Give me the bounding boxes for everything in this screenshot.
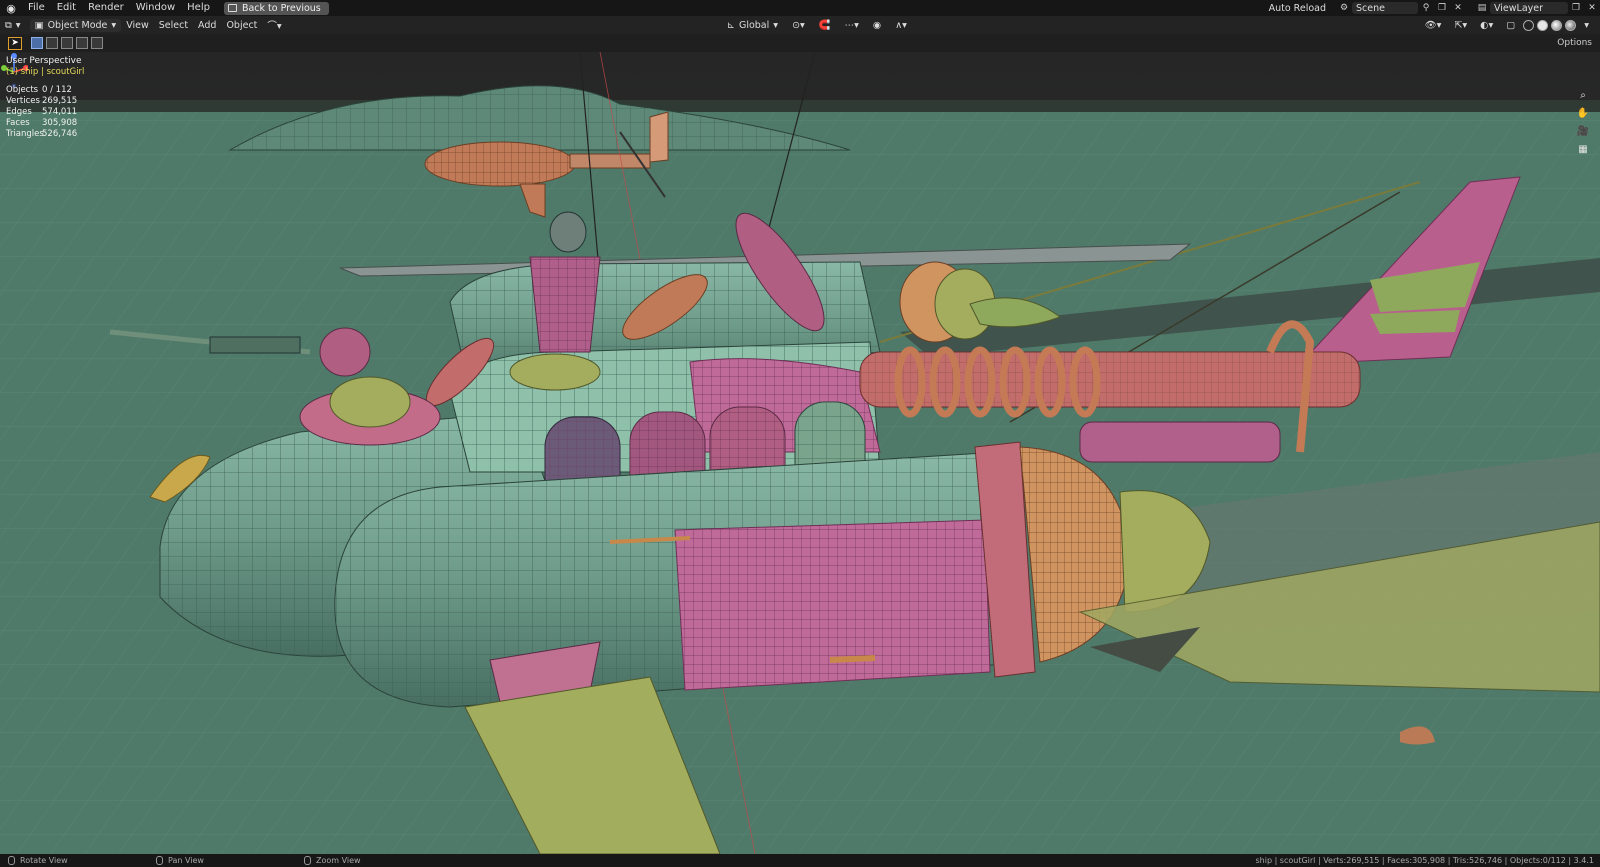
viewport-info-overlay: User Perspective (1) ship | scoutGirl Ob… [6, 56, 102, 140]
select-mode-extend-icon[interactable] [46, 37, 58, 49]
cube-icon: ⧉ [5, 19, 12, 31]
zoom-icon[interactable]: ⌕ [1576, 88, 1590, 102]
pan-view-label: Pan View [168, 856, 204, 865]
orientation-dropdown[interactable]: ⊾ Global ▾ [722, 19, 783, 32]
mouse-icon [156, 856, 163, 865]
camera-icon[interactable]: 🎥 [1576, 124, 1590, 138]
3d-viewport[interactable]: ⌕ ✋ 🎥 ▦ [0, 52, 1600, 854]
stat-value: 574,011 [42, 107, 78, 117]
visibility-icon[interactable]: 👁▾ [1420, 19, 1447, 32]
select-mode-invert-icon[interactable] [76, 37, 88, 49]
mouse-icon [304, 856, 311, 865]
wireframe-shading-icon[interactable] [1523, 19, 1535, 31]
close-scene-icon[interactable]: ✕ [1452, 2, 1464, 14]
tool-settings-row: ➤ [0, 34, 1600, 52]
menu-add[interactable]: Add [193, 19, 221, 32]
menu-select[interactable]: Select [154, 19, 193, 32]
menu-view[interactable]: View [121, 19, 154, 32]
auto-reload-label[interactable]: Auto Reload [1269, 3, 1326, 14]
rotate-view-label: Rotate View [20, 856, 68, 865]
mode-dropdown[interactable]: ▣ Object Mode ▾ [29, 18, 122, 32]
scene-name: Scene [1356, 2, 1385, 14]
solid-shading-icon[interactable] [1537, 19, 1549, 31]
stat-label: Vertices [6, 96, 40, 106]
xray-icon[interactable]: ▢ [1501, 19, 1520, 32]
hint-pan: Pan View [156, 856, 296, 865]
select-mode-new-icon[interactable] [31, 37, 43, 49]
view-layer-icon[interactable]: ▤ [1476, 2, 1488, 14]
select-box-tool-icon[interactable]: ➤ [8, 36, 22, 50]
scene-icon[interactable]: ⚙ [1338, 2, 1350, 14]
material-shading-icon[interactable] [1551, 19, 1563, 31]
active-object-label: (1) ship | scoutGirl [6, 67, 85, 77]
gesture-icon[interactable]: ⌒▾ [262, 19, 286, 32]
options-dropdown[interactable]: Options [1557, 38, 1592, 48]
menu-help[interactable]: Help [181, 0, 216, 16]
status-bar: Rotate View Pan View Zoom View ship | sc… [0, 854, 1600, 867]
mouse-icon [8, 856, 15, 865]
scene-statistics: Objects 0 / 112 Vertices 269,515 Edges 5… [6, 85, 102, 140]
scene-field[interactable]: Scene [1352, 2, 1418, 14]
shading-options-icon[interactable]: ▾ [1579, 19, 1594, 32]
orientation-label: Global [738, 19, 770, 31]
back-to-previous-button[interactable]: Back to Previous [223, 1, 329, 15]
snap-icon[interactable]: 🧲 [814, 19, 836, 32]
top-menu-bar: ◉ File Edit Render Window Help Back to P… [0, 0, 1600, 16]
chevron-down-icon: ▾ [773, 19, 779, 31]
falloff-icon[interactable]: ∧▾ [890, 19, 912, 32]
perspective-label: User Perspective [6, 56, 82, 66]
close-layer-icon[interactable]: ✕ [1586, 2, 1598, 14]
window-icon [227, 4, 237, 12]
viewport-header: ⧉ ▾ ▣ Object Mode ▾ View Select Add Objec… [0, 16, 1600, 34]
overlays-icon[interactable]: ◐▾ [1475, 19, 1498, 32]
gizmo-icon[interactable]: ⇱▾ [1449, 19, 1472, 32]
rendered-shading-icon[interactable] [1565, 19, 1577, 31]
stat-label: Triangles [6, 129, 44, 139]
view-layer-field[interactable]: ViewLayer [1490, 2, 1568, 14]
editor-type-button[interactable]: ⧉ ▾ [0, 19, 26, 32]
menu-object[interactable]: Object [221, 19, 262, 32]
select-mode-subtract-icon[interactable] [61, 37, 73, 49]
hint-zoom: Zoom View [304, 856, 444, 865]
proportional-edit-icon[interactable]: ◉ [868, 19, 886, 32]
viewport-display-tools: 👁▾ ⇱▾ ◐▾ ▢ ▾ [1420, 16, 1594, 34]
stat-label: Faces [6, 118, 30, 128]
transform-tools: ⊾ Global ▾ ⊙▾ 🧲 ⋯▾ ◉ ∧▾ [722, 16, 912, 34]
snap-target-icon[interactable]: ⋯▾ [840, 19, 864, 32]
back-to-previous-label: Back to Previous [241, 2, 321, 14]
menu-edit[interactable]: Edit [51, 0, 82, 16]
top-right-controls: Auto Reload ⚙ Scene ⚲ ❐ ✕ ▤ ViewLayer ❐ … [1269, 0, 1600, 16]
pin-icon[interactable]: ⚲ [1420, 2, 1432, 14]
menu-file[interactable]: File [22, 0, 51, 16]
blender-logo-icon[interactable]: ◉ [0, 0, 22, 16]
new-layer-icon[interactable]: ❐ [1570, 2, 1582, 14]
object-mode-icon: ▣ [34, 19, 44, 31]
pivot-icon[interactable]: ⊙▾ [787, 19, 810, 32]
axis-icon: ⊾ [727, 19, 735, 31]
select-mode-intersect-icon[interactable] [91, 37, 103, 49]
mode-label: Object Mode [47, 19, 108, 31]
stat-label: Objects [6, 85, 39, 95]
viewport-scene [0, 52, 1600, 854]
zoom-view-label: Zoom View [316, 856, 361, 865]
stat-value: 526,746 [42, 129, 78, 139]
grid-icon[interactable]: ▦ [1576, 142, 1590, 156]
menu-render[interactable]: Render [82, 0, 130, 16]
stat-label: Edges [6, 107, 32, 117]
stat-value: 269,515 [42, 96, 78, 106]
scene-info-text: ship | scoutGirl | Verts:269,515 | Faces… [1255, 856, 1594, 865]
stat-value: 305,908 [42, 118, 78, 128]
stat-value: 0 / 112 [42, 85, 72, 95]
menu-window[interactable]: Window [130, 0, 181, 16]
chevron-down-icon: ▾ [111, 19, 117, 31]
view-layer-name: ViewLayer [1494, 2, 1544, 14]
hand-icon[interactable]: ✋ [1576, 106, 1590, 120]
new-scene-icon[interactable]: ❐ [1436, 2, 1448, 14]
hint-rotate: Rotate View [8, 856, 148, 865]
